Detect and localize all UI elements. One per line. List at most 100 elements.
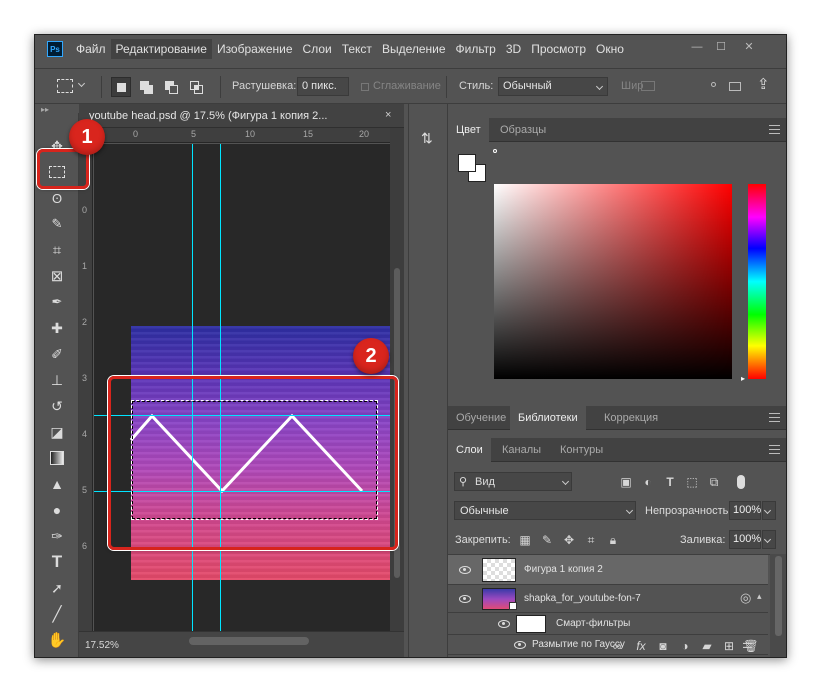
menu-3d[interactable]: 3D <box>501 39 526 59</box>
filter-smart-object-icon[interactable]: ⧉ <box>705 473 723 491</box>
healing-brush-tool-icon[interactable]: ✚ <box>44 315 70 341</box>
link-layers-icon[interactable]: ∞ <box>608 637 626 655</box>
visibility-eye-icon[interactable] <box>498 620 510 628</box>
lock-transparency-icon[interactable]: ▦ <box>516 531 534 549</box>
layer-name[interactable]: Фигура 1 копия 2 <box>524 564 603 575</box>
menu-file[interactable]: Файл <box>71 39 111 59</box>
filter-toggle[interactable] <box>737 475 745 489</box>
maximize-button[interactable]: ☐ <box>710 39 732 55</box>
new-selection-button[interactable] <box>111 77 131 97</box>
close-document-icon[interactable]: × <box>385 109 391 121</box>
feather-input[interactable]: 0 пикс. <box>297 77 349 96</box>
add-selection-button[interactable] <box>136 77 156 97</box>
new-layer-icon[interactable]: ⊞ <box>720 637 738 655</box>
smart-filters-label[interactable]: Смарт-фильтры <box>556 618 630 629</box>
lock-artboard-icon[interactable]: ⌗ <box>582 531 600 549</box>
share-icon[interactable]: ⇪ <box>757 75 770 93</box>
fill-dropdown-button[interactable] <box>762 530 776 549</box>
pen-tool-icon[interactable]: ✑ <box>44 523 70 549</box>
tab-layers[interactable]: Слои <box>448 438 491 462</box>
collapse-arrow-icon[interactable]: ▴ <box>757 591 762 602</box>
foreground-color-swatch[interactable] <box>458 154 476 172</box>
frame-tool-icon[interactable]: ⊠ <box>44 263 70 289</box>
filter-pixel-icon[interactable]: ▣ <box>617 473 635 491</box>
tab-adjustments[interactable]: Коррекция <box>596 406 666 430</box>
search-icon[interactable] <box>711 82 716 87</box>
panel-menu-icon[interactable] <box>769 445 780 454</box>
opacity-input[interactable]: 100% <box>729 501 761 520</box>
lock-all-icon[interactable]: 🔒︎ <box>604 531 622 549</box>
dodge-tool-icon[interactable]: ● <box>44 497 70 523</box>
chevron-down-icon[interactable] <box>77 79 86 88</box>
gradient-tool-icon[interactable] <box>44 445 70 471</box>
fill-input[interactable]: 100% <box>729 530 761 549</box>
history-brush-tool-icon[interactable]: ↺ <box>44 393 70 419</box>
visibility-eye-icon[interactable] <box>459 595 471 603</box>
tab-swatches[interactable]: Образцы <box>492 118 554 142</box>
tab-color[interactable]: Цвет <box>448 118 489 142</box>
filter-shape-icon[interactable]: ⬚ <box>683 473 701 491</box>
filter-type-icon[interactable]: T <box>661 473 679 491</box>
lock-position-icon[interactable]: ✥ <box>560 531 578 549</box>
line-tool-icon[interactable]: ╱ <box>44 601 70 627</box>
visibility-eye-icon[interactable] <box>459 566 471 574</box>
layer-row[interactable]: Фигура 1 копия 2 <box>448 555 768 585</box>
new-group-icon[interactable]: ▰ <box>698 637 716 655</box>
minimize-button[interactable]: — <box>686 39 708 55</box>
tab-libraries[interactable]: Библиотеки <box>510 406 586 430</box>
layer-name[interactable]: shapka_for_youtube-fon-7 <box>524 593 641 604</box>
hand-tool-icon[interactable]: ✋ <box>44 627 70 653</box>
add-mask-icon[interactable]: ◙ <box>654 637 672 655</box>
quick-select-tool-icon[interactable]: ✎ <box>44 211 70 237</box>
scrollbar-thumb[interactable] <box>775 556 782 636</box>
type-tool-icon[interactable]: T <box>44 549 70 575</box>
tab-learn[interactable]: Обучение <box>448 406 514 430</box>
blur-tool-icon[interactable]: ▲ <box>44 471 70 497</box>
delete-layer-icon[interactable]: 🗑︎ <box>742 637 760 655</box>
menu-select[interactable]: Выделение <box>377 39 451 59</box>
ruler-vertical[interactable]: 0 1 2 3 4 5 6 <box>79 143 93 631</box>
brush-tool-icon[interactable]: ✐ <box>44 341 70 367</box>
filter-adjustment-icon[interactable]: ◐ <box>639 473 657 491</box>
panel-menu-icon[interactable] <box>769 125 780 134</box>
tab-channels[interactable]: Каналы <box>494 438 549 462</box>
path-select-tool-icon[interactable]: ➚ <box>44 575 70 601</box>
menu-edit[interactable]: Редактирование <box>110 39 212 59</box>
panel-menu-icon[interactable] <box>769 413 780 422</box>
reset-colors-icon[interactable] <box>493 149 497 153</box>
adjustment-layer-icon[interactable]: ◑ <box>676 637 694 655</box>
antialias-checkbox[interactable] <box>361 83 369 91</box>
zoom-level[interactable]: 17.52% <box>85 640 119 651</box>
menu-image[interactable]: Изображение <box>212 39 298 59</box>
blend-mode-dropdown[interactable]: Обычные <box>454 501 636 520</box>
hue-slider-marker[interactable]: ▸ <box>741 374 745 383</box>
menu-layers[interactable]: Слои <box>298 39 337 59</box>
menu-window[interactable]: Окно <box>591 39 629 59</box>
eraser-tool-icon[interactable]: ◪ <box>44 419 70 445</box>
menu-view[interactable]: Просмотр <box>526 39 591 59</box>
layer-row[interactable]: Смарт-фильтры <box>448 613 768 635</box>
crop-tool-icon[interactable]: ⌗ <box>44 237 70 263</box>
layer-filter-dropdown[interactable]: ⚲ Вид <box>454 472 572 491</box>
color-field[interactable] <box>494 184 732 379</box>
menu-filter[interactable]: Фильтр <box>451 39 501 59</box>
tab-paths[interactable]: Контуры <box>552 438 611 462</box>
visibility-eye-icon[interactable] <box>514 641 526 649</box>
hue-slider[interactable] <box>748 184 766 379</box>
layer-style-icon[interactable]: fx <box>632 637 650 655</box>
history-panel-icon[interactable]: ⇅ <box>421 130 433 147</box>
clone-stamp-tool-icon[interactable]: ⊥ <box>44 367 70 393</box>
document-tab[interactable]: youtube head.psd @ 17.5% (Фигура 1 копия… <box>79 104 404 128</box>
ruler-horizontal[interactable]: 0 5 10 15 20 <box>93 128 390 143</box>
close-window-button[interactable]: ✕ <box>738 39 760 55</box>
intersect-selection-button[interactable] <box>186 77 206 97</box>
opacity-dropdown-button[interactable] <box>762 501 776 520</box>
rect-marquee-preset-icon[interactable] <box>57 79 73 93</box>
subtract-selection-button[interactable] <box>161 77 181 97</box>
style-dropdown[interactable]: Обычный <box>498 77 608 96</box>
horizontal-scrollbar-thumb[interactable] <box>189 637 309 645</box>
width-input[interactable] <box>641 81 655 91</box>
eyedropper-tool-icon[interactable]: ✒ <box>44 289 70 315</box>
layer-row[interactable]: shapka_for_youtube-fon-7 ◎ ▴ <box>448 585 768 613</box>
menu-text[interactable]: Текст <box>337 39 377 59</box>
